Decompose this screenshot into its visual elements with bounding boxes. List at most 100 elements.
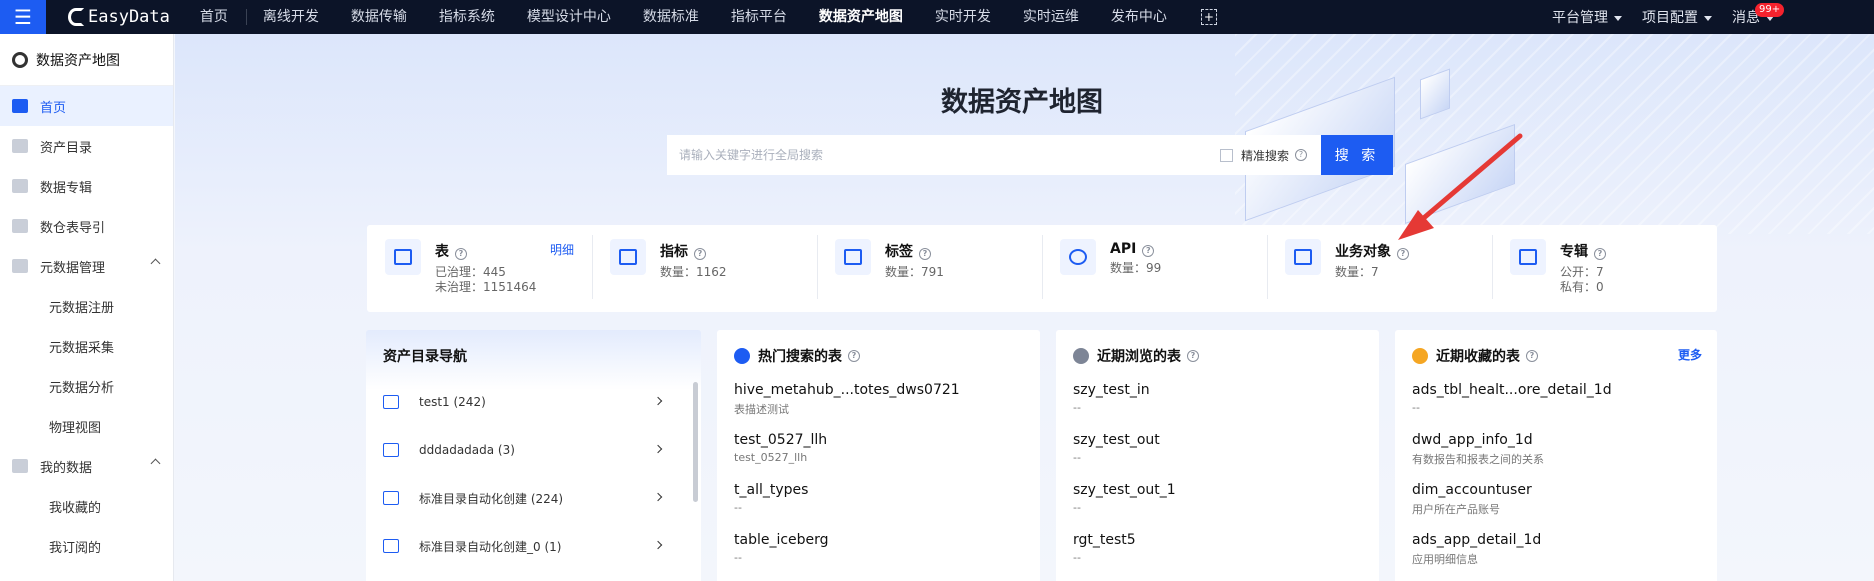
- help-icon[interactable]: ?: [1397, 248, 1409, 260]
- help-icon[interactable]: ?: [919, 248, 931, 260]
- search-input[interactable]: [667, 135, 1220, 175]
- search-button[interactable]: 搜 索: [1321, 135, 1393, 175]
- list-item[interactable]: ads_tbl_healt...ore_detail_1d --: [1412, 382, 1612, 414]
- album-icon: [1510, 239, 1546, 275]
- app-logo[interactable]: EasyData: [68, 7, 170, 27]
- recent-favorite-tables-card: 近期收藏的表? 更多 ads_tbl_healt...ore_detail_1d…: [1395, 330, 1717, 581]
- asset-stats-bar: 表? 已治理：445 未治理：1151464 明细 指标? 数量：1162 标签…: [367, 225, 1717, 312]
- nav-home[interactable]: 首页: [184, 9, 247, 25]
- grid-icon: [12, 259, 28, 273]
- nav-data-transfer[interactable]: 数据传输: [335, 0, 423, 34]
- stat-metrics[interactable]: 指标? 数量：1162: [592, 225, 817, 312]
- list-item[interactable]: dwd_app_info_1d 有数报告和报表之间的关系: [1412, 432, 1544, 467]
- catalog-navigation-card: 资产目录导航 test1 (242) dddadadada (3) 标准目录自动…: [366, 330, 701, 581]
- sidebar-item-warehouse-guide[interactable]: 数仓表导引: [0, 206, 173, 246]
- catalog-icon: [12, 139, 28, 153]
- help-icon[interactable]: ?: [1187, 350, 1199, 362]
- list-item[interactable]: szy_test_out --: [1073, 432, 1160, 464]
- api-icon: [1060, 239, 1096, 275]
- search-icon: [12, 51, 28, 68]
- tables-detail-link[interactable]: 明细: [550, 241, 574, 258]
- list-item[interactable]: table_iceberg --: [734, 532, 829, 564]
- nav-data-asset-map[interactable]: 数据资产地图: [803, 0, 919, 34]
- list-item[interactable]: szy_test_in --: [1073, 382, 1150, 414]
- stat-business-objects[interactable]: 业务对象? 数量：7: [1267, 225, 1492, 312]
- chevron-up-icon: [150, 258, 161, 269]
- sidebar-group-my-data[interactable]: 我的数据: [0, 446, 173, 486]
- help-icon[interactable]: ?: [1594, 248, 1606, 260]
- platform-management-menu[interactable]: 平台管理: [1542, 7, 1632, 27]
- nav-realtime-ops[interactable]: 实时运维: [1007, 0, 1095, 34]
- project-config-menu[interactable]: 项目配置: [1632, 7, 1722, 27]
- nav-release-center[interactable]: 发布中心: [1095, 0, 1183, 34]
- sidebar-item-asset-catalog[interactable]: 资产目录: [0, 126, 173, 166]
- help-icon[interactable]: ?: [1295, 149, 1307, 161]
- main-content: 数据资产地图 精准搜索? 搜 索 表? 已治理：445 未治理：1151464 …: [175, 34, 1874, 581]
- menu-icon[interactable]: ☰: [0, 0, 46, 34]
- logo-icon: [68, 8, 84, 26]
- catalog-nav-item[interactable]: test1 (242): [383, 392, 673, 412]
- chevron-right-icon: [653, 396, 663, 406]
- help-icon[interactable]: ?: [848, 350, 860, 362]
- stat-albums[interactable]: 专辑? 公开：7 私有：0: [1492, 225, 1717, 312]
- book-icon: [383, 539, 399, 553]
- sidebar-item-metadata-collect[interactable]: 元数据采集: [0, 326, 173, 366]
- help-icon[interactable]: ?: [1142, 245, 1155, 257]
- recent-viewed-tables-card: 近期浏览的表? szy_test_in -- szy_test_out -- szy…: [1056, 330, 1379, 581]
- stat-tags[interactable]: 标签? 数量：791: [817, 225, 1042, 312]
- list-item[interactable]: dim_accountuser 用户所在产品账号: [1412, 482, 1532, 517]
- sidebar-item-my-favorites[interactable]: 我收藏的: [0, 486, 173, 526]
- caret-down-icon: [1614, 15, 1622, 21]
- sidebar-header: 数据资产地图: [0, 34, 173, 86]
- top-navigation-bar: ☰ EasyData 首页 离线开发 数据传输 指标系统 模型设计中心 数据标准…: [0, 0, 1874, 34]
- catalog-nav-item[interactable]: 标准目录自动化创建 (224): [383, 488, 673, 508]
- nav-metric-system[interactable]: 指标系统: [423, 0, 511, 34]
- sidebar-item-home[interactable]: 首页: [0, 86, 173, 126]
- eye-icon: [1073, 348, 1089, 364]
- help-icon[interactable]: ?: [455, 248, 467, 260]
- sidebar-item-physical-view[interactable]: 物理视图: [0, 406, 173, 446]
- nav-metric-platform[interactable]: 指标平台: [715, 0, 803, 34]
- search-icon: [734, 348, 750, 364]
- stat-tables[interactable]: 表? 已治理：445 未治理：1151464 明细: [367, 225, 592, 312]
- nav-offline-dev[interactable]: 离线开发: [247, 0, 335, 34]
- nav-model-design[interactable]: 模型设计中心: [511, 0, 627, 34]
- sidebar-item-my-subscriptions[interactable]: 我订阅的: [0, 526, 173, 566]
- list-item[interactable]: rgt_test5 --: [1073, 532, 1136, 564]
- exact-search-toggle[interactable]: 精准搜索?: [1219, 147, 1307, 164]
- book-icon: [383, 491, 399, 505]
- scrollbar[interactable]: [693, 382, 698, 502]
- nav-data-standard[interactable]: 数据标准: [627, 0, 715, 34]
- star-icon: [1412, 348, 1428, 364]
- add-nav-icon[interactable]: +: [1200, 9, 1217, 25]
- sidebar-item-metadata-analysis[interactable]: 元数据分析: [0, 366, 173, 406]
- user-icon: [12, 459, 28, 473]
- stat-api[interactable]: API? 数量：99: [1042, 225, 1267, 312]
- help-icon[interactable]: ?: [694, 248, 706, 260]
- book-icon: [383, 443, 399, 457]
- sidebar-item-data-album[interactable]: 数据专辑: [0, 166, 173, 206]
- tag-icon: [835, 239, 871, 275]
- list-item[interactable]: szy_test_out_1 --: [1073, 482, 1176, 514]
- cube-icon: [1285, 239, 1321, 275]
- table-icon: [385, 239, 421, 275]
- messages-menu[interactable]: 消息 99+: [1722, 3, 1785, 27]
- list-item[interactable]: ads_app_detail_1d 应用明细信息: [1412, 532, 1541, 567]
- sidebar-item-metadata-register[interactable]: 元数据注册: [0, 286, 173, 326]
- sidebar-group-metadata[interactable]: 元数据管理: [0, 246, 173, 286]
- album-icon: [12, 179, 28, 193]
- more-link[interactable]: 更多: [1678, 346, 1702, 363]
- nav-realtime-dev[interactable]: 实时开发: [919, 0, 1007, 34]
- exact-search-checkbox[interactable]: [1219, 148, 1233, 162]
- chart-icon: [610, 239, 646, 275]
- catalog-nav-item[interactable]: 标准目录自动化创建_0 (1): [383, 536, 673, 556]
- card-title: 资产目录导航: [383, 349, 467, 365]
- chevron-up-icon: [150, 458, 161, 469]
- list-item[interactable]: test_0527_llh test_0527_llh: [734, 432, 827, 464]
- caret-down-icon: [1704, 15, 1712, 21]
- help-icon[interactable]: ?: [1526, 350, 1538, 362]
- catalog-nav-item[interactable]: dddadadada (3): [383, 440, 673, 460]
- chevron-right-icon: [653, 492, 663, 502]
- list-item[interactable]: hive_metahub_...totes_dws0721 表描述测试: [734, 382, 960, 417]
- list-item[interactable]: t_all_types --: [734, 482, 808, 514]
